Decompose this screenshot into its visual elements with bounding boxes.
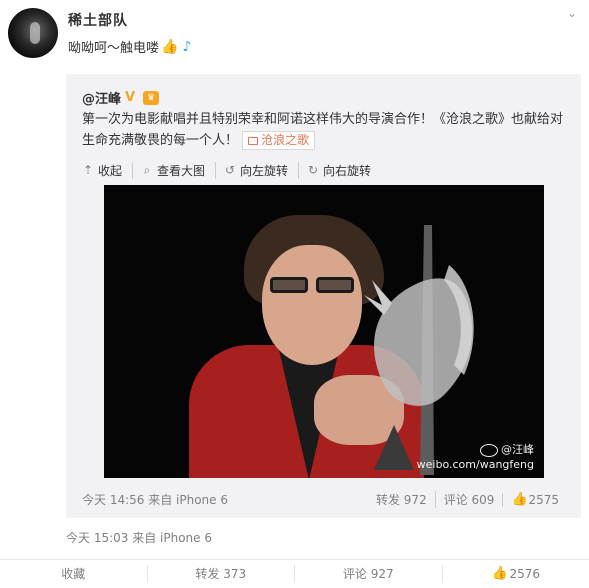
repost-author-name[interactable]: @汪峰 [82, 88, 121, 107]
photo-watermark: @汪峰 weibo.com/wangfeng [417, 442, 534, 472]
post-text: 呦呦呵～触电喽 👍 ♪ [68, 37, 195, 57]
video-link[interactable]: 沧浪之歌 [242, 131, 316, 150]
user-name[interactable]: 稀土部队 [68, 10, 128, 30]
watermark-url: weibo.com/wangfeng [416, 458, 534, 471]
arrow-up-icon: ⇡ [82, 163, 94, 177]
weibo-post-card: 稀土部队 呦呦呵～触电喽 👍 ♪ ⌄ @汪峰 V ♛ 第一次为电影献唱并且特别荣… [0, 0, 589, 588]
comment-label: 评论 927 [342, 567, 394, 581]
rotate-left-icon: ↺ [225, 163, 236, 177]
view-large-label: 查看大图 [157, 163, 206, 178]
thumbs-up-icon: 👍 [491, 566, 508, 581]
repost-like-button[interactable]: 👍 2575 [502, 491, 567, 507]
collapse-button[interactable]: ⇡ 收起 [82, 161, 134, 179]
weibo-logo-icon [480, 443, 498, 457]
photo-glasses [266, 277, 358, 293]
video-camera-icon [248, 136, 259, 145]
rotate-right-button[interactable]: ↻ 向右旋转 [307, 162, 381, 179]
video-link-label: 沧浪之歌 [261, 133, 310, 147]
rotate-right-icon: ↻ [308, 163, 319, 177]
repost-text-content: 第一次为电影献唱并且特别荣幸和阿诺这样伟大的导演合作！《沧浪之歌》也献给对生命充… [82, 112, 564, 148]
repost-like-count: 2575 [528, 492, 559, 507]
post-timestamp[interactable]: 今天 15:03 来自 iPhone 6 [66, 529, 212, 546]
repost-container: @汪峰 V ♛ 第一次为电影献唱并且特别荣幸和阿诺这样伟大的导演合作！《沧浪之歌… [66, 74, 581, 518]
rotate-left-button[interactable]: ↺ 向左旋转 [224, 161, 300, 179]
repost-text: 第一次为电影献唱并且特别荣幸和阿诺这样伟大的导演合作！《沧浪之歌》也献给对生命充… [82, 109, 568, 151]
avatar[interactable] [8, 8, 58, 58]
chevron-down-icon[interactable]: ⌄ [565, 6, 579, 20]
thumbs-up-icon: 👍 [511, 491, 528, 507]
comment-button[interactable]: 评论 927 [294, 565, 442, 583]
search-icon: ⌕ [143, 162, 151, 177]
verified-icon[interactable]: V [125, 90, 139, 105]
thumbs-up-icon: 👍 [161, 38, 179, 55]
repost-stats: 转发 972 评论 609 👍 2575 [368, 491, 567, 508]
repost-comment-count[interactable]: 评论 609 [434, 491, 503, 508]
view-large-button[interactable]: ⌕ 查看大图 [141, 161, 217, 179]
action-bar: 收藏 转发 373 评论 927 👍 2576 [0, 559, 589, 588]
favorite-button[interactable]: 收藏 [0, 565, 147, 583]
rotate-right-label: 向右旋转 [323, 163, 372, 178]
repost-button[interactable]: 转发 373 [146, 565, 295, 583]
favorite-label: 收藏 [61, 567, 86, 581]
post-text-content: 呦呦呵～触电喽 [68, 41, 160, 56]
repost-timestamp[interactable]: 今天 14:56 来自 iPhone 6 [82, 491, 228, 508]
like-count: 2576 [509, 567, 541, 581]
repost-repost-count[interactable]: 转发 972 [368, 491, 435, 508]
repost-author: @汪峰 V ♛ [82, 88, 160, 107]
music-note-icon: ♪ [182, 38, 192, 55]
photo-sculpture [364, 225, 474, 475]
watermark-handle: @汪峰 [501, 443, 534, 456]
vip-badge-icon[interactable]: ♛ [143, 90, 160, 105]
rotate-left-label: 向左旋转 [240, 163, 289, 178]
post-photo[interactable]: @汪峰 weibo.com/wangfeng [104, 185, 544, 478]
repost-label: 转发 373 [195, 567, 247, 581]
image-toolbar: ⇡ 收起 ⌕ 查看大图 ↺ 向左旋转 ↻ 向右旋转 [82, 161, 389, 179]
photo-face [262, 245, 362, 365]
collapse-label: 收起 [98, 163, 123, 178]
like-button[interactable]: 👍 2576 [441, 565, 589, 583]
